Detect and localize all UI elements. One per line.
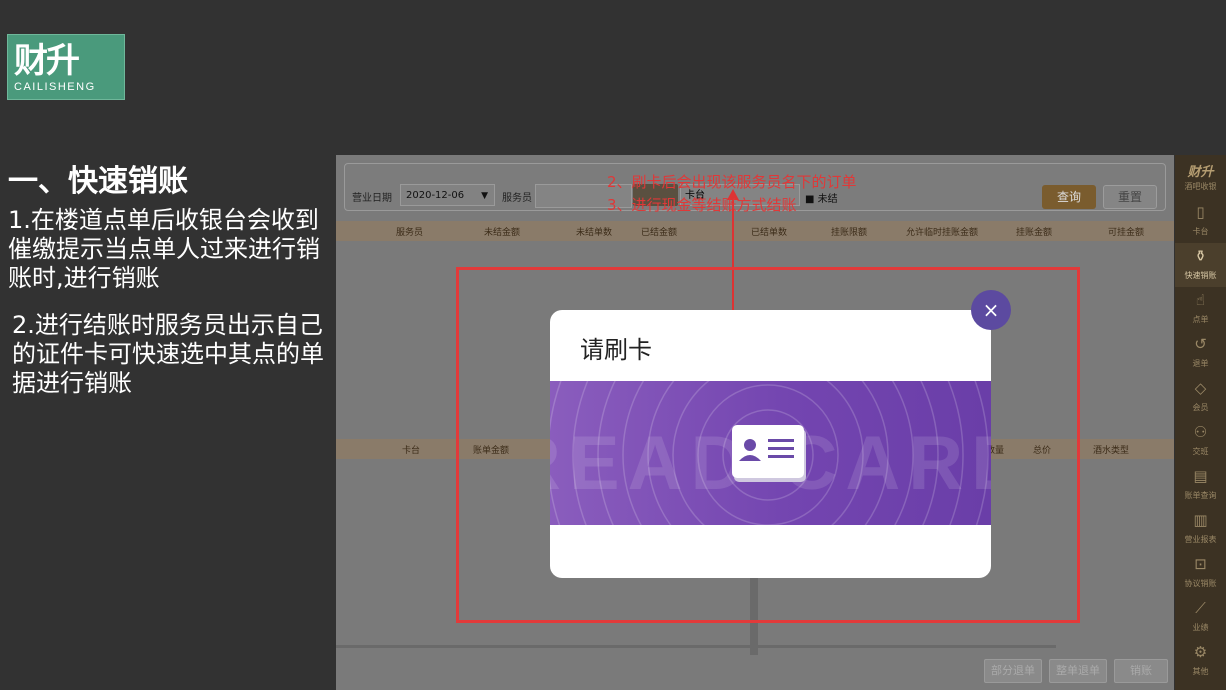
close-button[interactable]: × [971,290,1011,330]
col-header: 未结金额 [484,228,521,238]
col-header: 挂账限额 [831,228,868,238]
sidebar-brand: 财升 [1187,165,1214,180]
col-header: 酒水类型 [1093,446,1130,456]
sidebar-item-refund[interactable]: ↺ 退单 [1175,331,1226,375]
handover-icon: ⚇ [1193,423,1208,441]
sidebar-item-handover[interactable]: ⚇ 交班 [1175,419,1226,463]
sidebar-item-bill-query[interactable]: ▤ 账单查询 [1175,463,1226,507]
agreement-icon: ⊡ [1194,555,1207,573]
brand-logo: 财升 CAILISHENG [7,34,125,100]
note-2: 2.进行结账时服务员出示自己的证件卡可快速选中其点的单据进行销账 [12,311,324,397]
chart-icon: ⟋ [1195,599,1206,617]
logo-english: CAILISHENG [14,81,96,93]
quick-writeoff-icon: ⚱ [1194,247,1207,265]
date-select[interactable]: 2020-12-06 ▼ [400,184,495,206]
report-icon: ▥ [1193,511,1208,529]
sidebar: 财升 酒吧收银 ▯ 卡台 ⚱ 快速销账 ☝ 点单 ↺ 退单 ◇ 会员 ⚇ 交班 … [1175,155,1226,690]
sidebar-item-report[interactable]: ▥ 营业报表 [1175,507,1226,551]
top-table-header: 服务员 未结金额 未结单数 已结金额 已结单数 挂账限额 允许临时挂账金额 挂账… [336,221,1174,241]
sidebar-item-agreement[interactable]: ⊡ 协议销账 [1175,551,1226,595]
waiter-label: 服务员 [502,193,532,204]
col-header: 已结金额 [641,228,678,238]
query-button[interactable]: 查询 [1042,185,1096,209]
diamond-member-icon: ◇ [1194,379,1207,397]
logo-chinese: 财升 [14,41,80,81]
annotation-step-2: 2、刷卡后会出现该服务员名下的订单 [607,173,857,191]
date-label: 营业日期 [352,193,392,204]
horizontal-scrollbar[interactable] [336,645,1056,648]
hand-order-icon: ☝ [1195,291,1206,309]
col-header: 允许临时挂账金额 [906,228,979,238]
full-refund-button[interactable]: 整单退单 [1049,659,1107,683]
sidebar-item-member[interactable]: ◇ 会员 [1175,375,1226,419]
writeoff-button[interactable]: 销账 [1114,659,1168,683]
refund-icon: ↺ [1194,335,1207,353]
gear-icon: ⚙ [1193,643,1208,661]
note-1: 1.在楼道点单后收银台会收到催缴提示当点单人过来进行销账时,进行销账 [8,206,320,292]
section-title: 一、快速销账 [8,164,188,199]
table-card-icon: ▯ [1196,203,1205,221]
col-header: 已结单数 [751,228,788,238]
col-header: 卡台 [402,446,421,456]
reset-button[interactable]: 重置 [1103,185,1157,209]
partial-refund-button[interactable]: 部分退单 [984,659,1042,683]
id-card-icon [732,425,806,482]
col-header: 挂账金额 [1016,228,1053,238]
sidebar-item-table[interactable]: ▯ 卡台 [1175,199,1226,243]
card-reader-illustration: READ CARD [550,381,991,525]
dialog-title: 请刷卡 [580,336,652,364]
sidebar-item-order[interactable]: ☝ 点单 [1175,287,1226,331]
bill-query-icon: ▤ [1193,467,1208,485]
col-header: 可挂金额 [1108,228,1145,238]
swipe-card-dialog: 请刷卡 READ CARD [550,310,991,578]
sidebar-subtitle: 酒吧收银 [1184,182,1217,191]
sidebar-item-quick-writeoff[interactable]: ⚱ 快速销账 [1175,243,1226,287]
annotation-step-3: 3、进行现金等结账方式结账 [607,196,797,214]
sidebar-item-other[interactable]: ⚙ 其他 [1175,639,1226,683]
sidebar-item-performance[interactable]: ⟋ 业绩 [1175,595,1226,639]
col-header: 未结单数 [576,228,613,238]
caret-down-icon: ▼ [481,191,488,201]
col-header: 服务员 [396,228,424,238]
